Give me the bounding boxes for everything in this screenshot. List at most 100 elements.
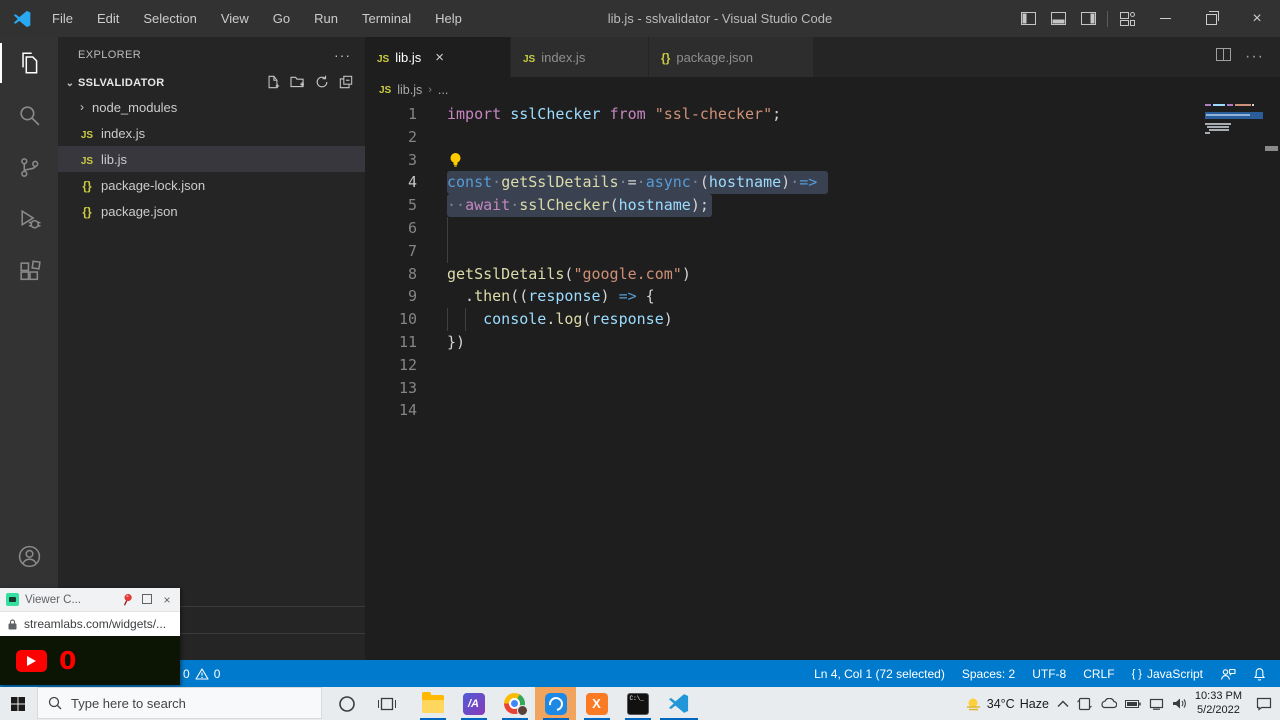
file-item-package.json[interactable]: {}package.json [58, 198, 365, 224]
toggle-panel-icon[interactable] [1043, 0, 1073, 37]
start-button[interactable] [0, 687, 36, 720]
volume-icon[interactable] [1172, 697, 1187, 710]
toggle-secondary-sidebar-icon[interactable] [1073, 0, 1103, 37]
notifications-bell-icon[interactable] [1253, 667, 1266, 681]
source-control-icon[interactable] [0, 141, 58, 193]
warnings-count: 0 [214, 667, 221, 681]
battery-icon[interactable] [1125, 699, 1141, 709]
toggle-sidebar-icon[interactable] [1013, 0, 1043, 37]
menu-selection[interactable]: Selection [131, 0, 208, 37]
chrome-profile-avatar [517, 705, 528, 716]
title-bar: FileEditSelectionViewGoRunTerminalHelp l… [0, 0, 1280, 37]
menu-help[interactable]: Help [423, 0, 474, 37]
menu-file[interactable]: File [40, 0, 85, 37]
customize-layout-icon[interactable] [1112, 0, 1142, 37]
file-item-lib.js[interactable]: JSlib.js [58, 146, 365, 172]
code-text: import sslChecker from "ssl-checker"; [447, 103, 781, 126]
taskbar-app-xampp[interactable]: X [576, 687, 617, 720]
action-center-icon[interactable] [1256, 697, 1272, 711]
taskbar-app-vscode[interactable] [658, 687, 699, 720]
minimize-button[interactable] [1142, 0, 1188, 37]
taskbar-app-file-explorer[interactable] [412, 687, 453, 720]
menu-go[interactable]: Go [261, 0, 302, 37]
code-line-14: 14 [365, 399, 1280, 422]
restore-button[interactable] [1188, 0, 1234, 37]
menu-edit[interactable]: Edit [85, 0, 131, 37]
pin-icon[interactable] [119, 590, 137, 608]
status-indentation[interactable]: Spaces: 2 [962, 667, 1015, 681]
file-item-index.js[interactable]: JSindex.js [58, 120, 365, 146]
minimap-line [1205, 132, 1210, 134]
file-name: package.json [101, 204, 178, 219]
file-name: package-lock.json [101, 178, 205, 193]
explorer-icon[interactable] [0, 37, 58, 89]
file-item-package-lock.json[interactable]: {}package-lock.json [58, 172, 365, 198]
code-text: ··await·sslChecker(hostname); [447, 194, 709, 217]
popup-address-bar[interactable]: streamlabs.com/widgets/... [0, 611, 180, 636]
accounts-icon[interactable] [0, 530, 58, 582]
code-editor[interactable]: 1import sslChecker from "ssl-checker";23… [365, 103, 1280, 660]
code-line-1: 1import sslChecker from "ssl-checker"; [365, 103, 1280, 126]
tab-close-icon[interactable]: × [435, 49, 444, 66]
workspace-section-header[interactable]: ⌄ SSLVALIDATOR [58, 72, 365, 94]
taskbar-app-chrome[interactable] [494, 687, 535, 720]
popup-content: 0 [0, 636, 180, 685]
tab-index.js[interactable]: JSindex.js [511, 37, 649, 77]
breadcrumb-file[interactable]: lib.js [397, 83, 422, 97]
weather-widget[interactable]: 34°C Haze [965, 696, 1049, 711]
menu-view[interactable]: View [209, 0, 261, 37]
minimap[interactable] [1205, 103, 1264, 243]
menu-run[interactable]: Run [302, 0, 350, 37]
code-text: const·getSslDetails·=·async·(hostname)·=… [447, 171, 817, 194]
collapse-folders-icon[interactable] [339, 75, 353, 92]
taskbar-app-command-prompt[interactable]: C:\_ [617, 687, 658, 720]
task-view-button[interactable] [372, 687, 402, 720]
braces-icon: { } [1132, 668, 1142, 680]
line-number: 13 [365, 377, 417, 400]
taskbar-search[interactable]: Type here to search [37, 687, 322, 719]
onedrive-icon[interactable] [1100, 698, 1117, 709]
line-number: 11 [365, 331, 417, 354]
line-number: 6 [365, 217, 417, 240]
popup-favicon-icon [6, 593, 19, 606]
new-file-icon[interactable] [266, 75, 280, 92]
youtube-icon [16, 650, 47, 672]
status-cursor-position[interactable]: Ln 4, Col 1 (72 selected) [814, 667, 945, 681]
editor-more-actions-icon[interactable]: ··· [1245, 48, 1264, 66]
search-placeholder: Type here to search [71, 696, 186, 711]
status-encoding[interactable]: UTF-8 [1032, 667, 1066, 681]
explorer-more-icon[interactable]: ··· [334, 47, 351, 63]
run-and-debug-icon[interactable] [0, 193, 58, 245]
clock[interactable]: 10:33 PM 5/2/2022 [1195, 690, 1242, 718]
viewer-count: 0 [59, 646, 76, 675]
code-line-6: 6 [365, 217, 1280, 240]
taskbar-app-streamlabs[interactable] [535, 687, 576, 720]
search-icon[interactable] [0, 89, 58, 141]
minimap-line [1206, 114, 1250, 116]
refresh-explorer-icon[interactable] [315, 75, 329, 92]
breadcrumb-symbol[interactable]: ... [438, 83, 448, 97]
feedback-icon[interactable] [1220, 667, 1236, 681]
popup-close-button[interactable]: × [160, 593, 174, 607]
taskbar-app-slash-a-app[interactable]: /A [453, 687, 494, 720]
device-icon[interactable] [1077, 697, 1092, 711]
code-text: }) [447, 331, 465, 354]
code-line-13: 13 [365, 377, 1280, 400]
chevron-up-icon[interactable] [1057, 700, 1069, 708]
tab-package.json[interactable]: {}package.json [649, 37, 814, 77]
minimap-line [1213, 104, 1225, 106]
popup-maximize-button[interactable] [140, 593, 154, 607]
split-editor-icon[interactable] [1216, 48, 1231, 66]
network-icon[interactable] [1149, 698, 1164, 710]
close-button[interactable]: × [1234, 0, 1280, 37]
status-eol-sequence[interactable]: CRLF [1083, 667, 1114, 681]
status-language-mode[interactable]: { }JavaScript [1132, 667, 1203, 681]
popup-title-bar[interactable]: Viewer C... × [0, 588, 180, 611]
problems-status[interactable]: 0 0 [183, 667, 220, 681]
extensions-icon[interactable] [0, 245, 58, 297]
cortana-button[interactable] [332, 687, 362, 720]
menu-terminal[interactable]: Terminal [350, 0, 423, 37]
file-item-node_modules[interactable]: ›node_modules [58, 94, 365, 120]
new-folder-icon[interactable] [290, 75, 305, 92]
tab-lib.js[interactable]: JSlib.js× [365, 37, 511, 77]
